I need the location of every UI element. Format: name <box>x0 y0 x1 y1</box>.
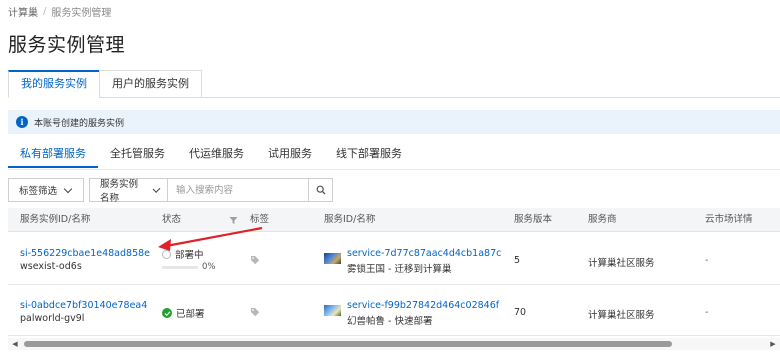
search-input[interactable] <box>167 178 309 202</box>
scroll-left-icon[interactable]: ◀ <box>10 338 20 350</box>
tag-icon[interactable] <box>250 307 260 317</box>
scroll-right-icon[interactable]: ▶ <box>768 338 778 350</box>
column-header-service[interactable]: 服务ID/名称 <box>324 208 375 232</box>
service-thumbnail <box>324 305 341 316</box>
breadcrumb-separator: / <box>43 6 47 17</box>
table-header: 服务实例ID/名称 状态 标签 服务ID/名称 服务版本 服务商 云市场详情 <box>8 208 780 232</box>
progress-text: 0% <box>202 262 216 272</box>
instance-id-link[interactable]: si-0abdce7bf30140e78ea4 <box>20 300 147 311</box>
tag-filter-label: 标签筛选 <box>19 186 58 197</box>
instance-name: palworld-gv9l <box>20 313 85 324</box>
tab-managed-ops[interactable]: 代运维服务 <box>177 142 256 168</box>
column-header-version[interactable]: 服务版本 <box>514 208 552 232</box>
service-provider: 计算巢社区服务 <box>588 310 655 321</box>
service-name: 幻兽帕鲁 - 快速部署 <box>347 316 433 327</box>
tab-private-deploy[interactable]: 私有部署服务 <box>8 142 98 168</box>
column-header-provider[interactable]: 服务商 <box>588 208 617 232</box>
tab-fully-managed[interactable]: 全托管服务 <box>98 142 177 168</box>
tab-offline-deploy[interactable]: 线下部署服务 <box>324 142 414 168</box>
horizontal-scrollbar[interactable]: ◀ ▶ <box>8 338 780 350</box>
breadcrumb-current: 服务实例管理 <box>51 8 112 19</box>
column-header-market[interactable]: 云市场详情 <box>705 208 753 232</box>
scrollbar-thumb[interactable] <box>24 341 672 347</box>
top-tabs: 我的服务实例 用户的服务实例 <box>8 70 202 98</box>
status-badge: 部署中 <box>162 247 204 261</box>
table-row: si-556229cbae1e48ad858e wsexist-od6s 部署中… <box>8 233 780 285</box>
search-field-label: 服务实例名称 <box>100 179 139 204</box>
sub-tabs: 私有部署服务 全托管服务 代运维服务 试用服务 线下部署服务 <box>8 142 414 168</box>
instance-name: wsexist-od6s <box>20 261 82 272</box>
chevron-down-icon <box>63 184 73 193</box>
info-icon: i <box>16 116 28 128</box>
service-thumbnail <box>324 253 341 264</box>
service-id-link[interactable]: service-f99b27842d464c02846f <box>347 300 499 311</box>
status-badge: 已部署 <box>162 306 205 320</box>
tab-user-instances[interactable]: 用户的服务实例 <box>99 70 202 98</box>
status-text: 已部署 <box>176 309 205 320</box>
check-circle-icon <box>162 308 172 318</box>
filter-icon[interactable] <box>229 216 238 225</box>
filter-bar: 标签筛选 服务实例名称 <box>8 178 333 204</box>
sub-tabs-divider <box>8 169 780 170</box>
breadcrumb-root-link[interactable]: 计算巢 <box>8 4 38 19</box>
column-header-instance[interactable]: 服务实例ID/名称 <box>20 208 90 232</box>
tag-icon[interactable] <box>250 255 260 265</box>
market-detail: - <box>705 255 709 266</box>
search-field-select[interactable]: 服务实例名称 <box>89 178 167 204</box>
search-icon <box>316 185 325 195</box>
page-title: 服务实例管理 <box>8 34 126 56</box>
progress-track <box>162 265 198 269</box>
tab-my-instances[interactable]: 我的服务实例 <box>8 70 100 98</box>
instance-id-link[interactable]: si-556229cbae1e48ad858e <box>20 248 150 259</box>
tab-trial[interactable]: 试用服务 <box>256 142 324 168</box>
deploy-progress: 0% <box>162 262 216 272</box>
tag-filter-dropdown[interactable]: 标签筛选 <box>8 178 84 202</box>
table-row: si-0abdce7bf30140e78ea4 palworld-gv9l 已部… <box>8 286 780 336</box>
breadcrumb: 计算巢 / 服务实例管理 <box>8 4 111 19</box>
market-detail: - <box>705 307 709 318</box>
chevron-down-icon <box>152 184 161 193</box>
info-bar: i 本账号创建的服务实例 <box>8 110 780 134</box>
service-version: 5 <box>514 255 521 266</box>
status-text: 部署中 <box>175 250 204 261</box>
service-provider: 计算巢社区服务 <box>588 258 655 269</box>
service-name: 雾锁王国 - 迁移到计算巢 <box>347 264 452 275</box>
service-id-link[interactable]: service-7d77c87aac4d4cb1a87c <box>347 248 501 259</box>
pending-icon <box>162 249 171 259</box>
info-text: 本账号创建的服务实例 <box>34 118 125 129</box>
search-button[interactable] <box>309 178 333 202</box>
service-version: 70 <box>514 307 527 318</box>
column-header-status[interactable]: 状态 <box>162 208 181 232</box>
column-header-tags[interactable]: 标签 <box>250 208 269 232</box>
